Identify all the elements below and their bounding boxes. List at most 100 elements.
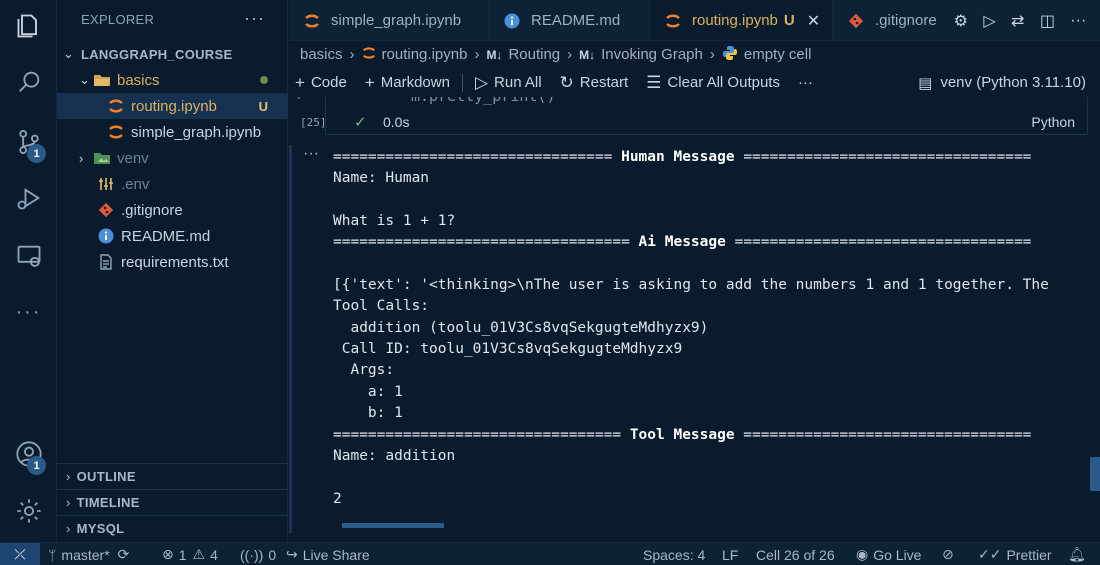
outline-label: OUTLINE: [76, 469, 136, 484]
breadcrumb-file[interactable]: routing.ipynb: [382, 46, 468, 63]
tree-file-gitignore[interactable]: .gitignore: [57, 197, 288, 223]
cell-output: ================================ Human M…: [333, 147, 1079, 527]
run-icon[interactable]: ▷: [983, 11, 995, 31]
breadcrumb-section-routing[interactable]: Routing: [508, 46, 560, 63]
breadcrumb-cell[interactable]: empty cell: [744, 46, 812, 63]
notebook-cells: › m.pretty_print() [25] ✓ 0.0s Python ··…: [289, 97, 1100, 542]
settings-gear-icon[interactable]: ⚙: [954, 11, 968, 31]
tree-file-routing[interactable]: routing.ipynb U: [57, 93, 288, 119]
error-icon: ⊗: [162, 546, 174, 562]
remote-indicator-icon[interactable]: ⤫: [0, 543, 40, 565]
remote-explorer-icon[interactable]: [0, 236, 57, 276]
output-line: ================================== Ai Me…: [333, 234, 1032, 250]
outline-section[interactable]: › OUTLINE: [57, 463, 288, 489]
execution-count: [25]: [300, 115, 327, 129]
output-line: Call ID: toolu_01V3Cs8vqSekgugteMdhyzx9: [333, 341, 683, 357]
compare-changes-icon[interactable]: ⇄: [1011, 11, 1024, 31]
restart-label: Restart: [579, 74, 629, 91]
tab-label: simple_graph.ipynb: [331, 12, 462, 29]
notifications-bell-icon[interactable]: 🔔︎: [1068, 543, 1086, 565]
tree-item-label: README.md: [121, 227, 211, 245]
split-editor-icon[interactable]: ◫: [1040, 11, 1055, 31]
breadcrumb-folder[interactable]: basics: [300, 46, 343, 63]
tree-folder-basics[interactable]: ⌄ basics: [57, 67, 288, 93]
tree-file-simple-graph[interactable]: simple_graph.ipynb: [57, 119, 288, 145]
tree-file-env[interactable]: .env: [57, 171, 288, 197]
double-check-icon: ✓✓: [978, 546, 1002, 562]
explorer-sidebar: EXPLORER ··· ⌄ LANGGRAPH_COURSE ⌄ basics…: [57, 0, 288, 542]
tab-gitignore[interactable]: .gitignore: [833, 0, 953, 40]
tree-item-label: simple_graph.ipynb: [131, 123, 262, 141]
explorer-more-button[interactable]: ···: [244, 8, 265, 29]
output-line: [{'text': '<thinking>\nThe user is askin…: [333, 277, 1049, 293]
chevron-right-icon: ›: [349, 46, 355, 63]
ports-indicator[interactable]: ((·)) 0: [240, 543, 276, 565]
close-icon[interactable]: ✕: [807, 11, 820, 31]
run-debug-icon[interactable]: [0, 178, 57, 218]
problems-indicator[interactable]: ⊗ 1 ⚠ 4: [162, 543, 218, 565]
git-icon: [95, 201, 117, 219]
tree-file-readme[interactable]: README.md: [57, 223, 288, 249]
tree-file-requirements[interactable]: requirements.txt: [57, 249, 288, 275]
git-branch-icon: ᛘ: [48, 546, 57, 563]
tab-simple-graph[interactable]: simple_graph.ipynb: [289, 0, 489, 40]
chevron-right-icon: ›: [567, 46, 573, 63]
more-actions-icon[interactable]: ···: [1070, 12, 1086, 30]
jupyter-icon: [105, 97, 127, 115]
live-share-icon: ↪: [286, 546, 298, 562]
notebook-toolbar: + Code + Markdown ▷ Run All ↻ Restart ☰ …: [289, 68, 1100, 97]
live-share-button[interactable]: ↪ Live Share: [286, 543, 370, 565]
explorer-icon[interactable]: [0, 6, 57, 46]
output-line: Args:: [333, 362, 395, 378]
horizontal-scrollbar[interactable]: [342, 523, 444, 528]
indentation-indicator[interactable]: Spaces: 4: [643, 543, 705, 565]
cell-language[interactable]: Python: [1031, 114, 1075, 130]
breadcrumb-section-invoking[interactable]: Invoking Graph: [601, 46, 703, 63]
run-all-button[interactable]: ▷ Run All: [475, 73, 542, 93]
prettier-indicator[interactable]: ✓✓ Prettier: [978, 543, 1052, 565]
broadcast-icon: ◉: [856, 546, 869, 562]
output-line: ================================= Tool M…: [333, 427, 1032, 443]
breadcrumb: basics › routing.ipynb › M↓ Routing › M↓…: [289, 41, 1100, 68]
go-live-button[interactable]: ◉ Go Live: [856, 543, 921, 565]
code-cell-editor[interactable]: › m.pretty_print(): [289, 97, 1100, 109]
output-more-button[interactable]: ···: [303, 145, 319, 163]
tab-readme[interactable]: README.md: [489, 0, 650, 40]
jupyter-icon: [105, 123, 127, 141]
info-icon: [503, 12, 521, 30]
tab-routing[interactable]: routing.ipynb U ✕: [650, 0, 833, 40]
kernel-label: venv (Python 3.11.10): [940, 74, 1086, 91]
add-code-cell-button[interactable]: + Code: [295, 73, 347, 93]
cell-position-indicator[interactable]: Cell 26 of 26: [756, 543, 835, 565]
settings-gear-icon[interactable]: [0, 491, 57, 531]
kernel-picker[interactable]: ▤ venv (Python 3.11.10): [918, 74, 1086, 92]
env-settings-icon: [95, 175, 117, 193]
prettier-label: Prettier: [1006, 546, 1052, 563]
markdown-icon: M↓: [579, 47, 596, 62]
copilot-disabled-icon[interactable]: ⊘: [942, 543, 954, 565]
chevron-right-icon: ›: [474, 46, 480, 63]
sync-icon[interactable]: ⟳: [118, 546, 130, 563]
tree-folder-venv[interactable]: › venv: [57, 145, 288, 171]
timeline-section[interactable]: › TIMELINE: [57, 489, 288, 515]
tab-label: README.md: [531, 12, 621, 29]
mysql-section[interactable]: › MYSQL: [57, 515, 288, 541]
run-all-label: Run All: [494, 74, 542, 91]
python-icon: [722, 45, 738, 64]
toolbar-more-button[interactable]: ···: [798, 74, 813, 91]
eol-indicator[interactable]: LF: [722, 543, 738, 565]
more-views-icon[interactable]: ···: [0, 292, 57, 332]
collapse-chevron-icon[interactable]: ›: [297, 97, 301, 103]
output-line: addition (toolu_01V3Cs8vqSekgugteMdhyzx9…: [333, 320, 709, 336]
restart-button[interactable]: ↻ Restart: [560, 73, 629, 93]
branch-indicator[interactable]: ᛘ master* ⟳: [48, 543, 129, 565]
tree-root-folder[interactable]: ⌄ LANGGRAPH_COURSE: [57, 41, 288, 67]
live-share-label: Live Share: [302, 546, 370, 563]
vertical-scrollbar[interactable]: [1090, 457, 1100, 491]
chevron-right-icon: ›: [709, 46, 715, 63]
clear-outputs-button[interactable]: ☰ Clear All Outputs: [646, 73, 780, 93]
add-markdown-cell-button[interactable]: + Markdown: [365, 73, 450, 93]
cell-position-label: Cell 26 of 26: [756, 546, 835, 563]
tree-item-label: routing.ipynb: [131, 97, 217, 115]
search-icon[interactable]: [0, 62, 57, 102]
